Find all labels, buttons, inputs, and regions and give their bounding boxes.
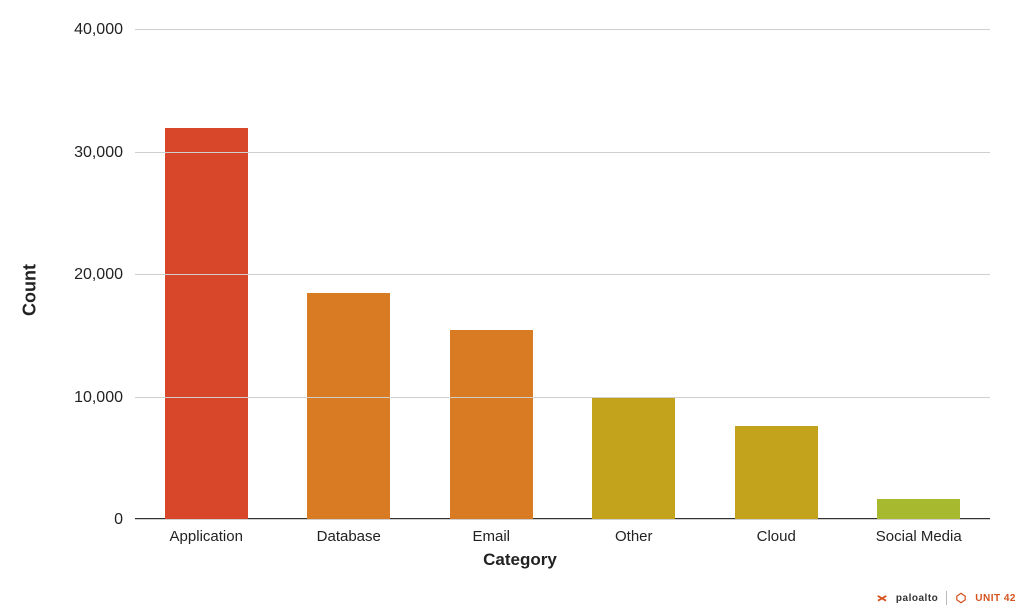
- bar: [592, 398, 675, 521]
- bar-slot: Social Media: [848, 30, 991, 520]
- gridline: [135, 519, 990, 520]
- bar: [165, 128, 248, 520]
- paloalto-logo-icon: [876, 592, 888, 604]
- y-tick-label: 40,000: [74, 21, 135, 39]
- gridline: [135, 29, 990, 30]
- x-axis-label: Category: [483, 550, 557, 570]
- bar: [450, 330, 533, 520]
- y-tick-label: 20,000: [74, 266, 135, 284]
- bar-slot: Email: [420, 30, 563, 520]
- gridline: [135, 274, 990, 275]
- bar: [735, 426, 818, 520]
- plot-area: ApplicationDatabaseEmailOtherCloudSocial…: [135, 30, 990, 520]
- bar: [877, 499, 960, 520]
- y-tick-label: 10,000: [74, 389, 135, 407]
- y-axis-label: Count: [20, 264, 41, 316]
- gridline: [135, 152, 990, 153]
- bar-chart: Count ApplicationDatabaseEmailOtherCloud…: [40, 10, 1000, 570]
- bar-slot: Application: [135, 30, 278, 520]
- separator-icon: [946, 591, 947, 605]
- bar: [307, 293, 390, 520]
- brand-paloalto: paloalto: [896, 593, 938, 604]
- gridline: [135, 397, 990, 398]
- brand-unit42: UNIT 42: [975, 593, 1016, 604]
- x-tick-label: Database: [317, 520, 381, 545]
- unit42-logo-icon: [955, 592, 967, 604]
- bar-slot: Database: [278, 30, 421, 520]
- bars-container: ApplicationDatabaseEmailOtherCloudSocial…: [135, 30, 990, 520]
- bar-slot: Other: [563, 30, 706, 520]
- x-tick-label: Cloud: [757, 520, 796, 545]
- x-tick-label: Application: [170, 520, 243, 545]
- x-tick-label: Other: [615, 520, 653, 545]
- bar-slot: Cloud: [705, 30, 848, 520]
- y-tick-label: 0: [114, 511, 135, 529]
- x-tick-label: Email: [472, 520, 510, 545]
- x-tick-label: Social Media: [876, 520, 962, 545]
- y-tick-label: 30,000: [74, 144, 135, 162]
- footer-branding: paloalto UNIT 42: [876, 591, 1016, 605]
